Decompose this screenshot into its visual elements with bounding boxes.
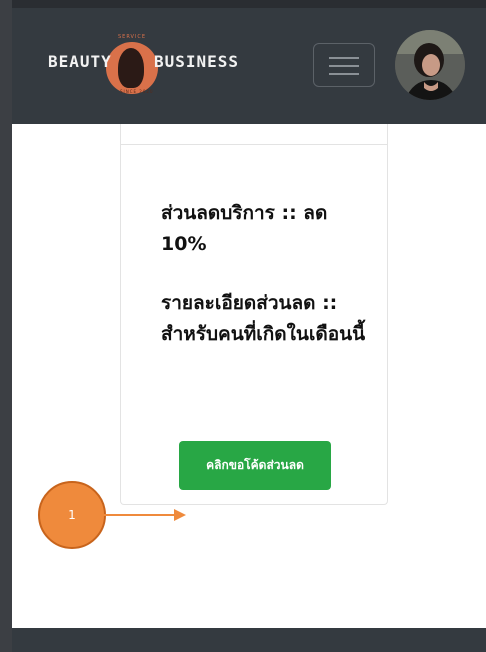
- avatar-photo: [395, 30, 465, 100]
- annotation-arrow-icon: [104, 509, 186, 521]
- logo-text-business: BUSINESS: [154, 52, 240, 71]
- coupon-card: ส่วนลดบริการ :: ลด 10% รายละเอียดส่วนลด …: [120, 124, 388, 505]
- hamburger-icon: [329, 73, 359, 75]
- annotation-marker: 1: [38, 481, 106, 549]
- hamburger-icon: [329, 57, 359, 59]
- logo-text-beauty: BEAUTY: [48, 52, 112, 71]
- top-strip: [12, 0, 486, 8]
- card-divider: [121, 144, 387, 145]
- logo-face-icon: [118, 48, 144, 88]
- logo-since-text: SINCE 2020: [120, 89, 154, 94]
- avatar[interactable]: [395, 30, 465, 100]
- window-left-edge: [0, 0, 12, 652]
- request-coupon-button[interactable]: คลิกขอโค้ดส่วนลด: [179, 441, 331, 490]
- discount-details-text: รายละเอียดส่วนลด :: สำหรับคนที่เกิดในเดื…: [161, 292, 366, 345]
- hamburger-icon: [329, 65, 359, 67]
- footer: [12, 628, 486, 652]
- brand-logo[interactable]: SERVICE SINCE 2020 BEAUTY BUSINESS: [48, 34, 240, 94]
- menu-toggle-button[interactable]: [313, 43, 375, 87]
- logo-service-text: SERVICE: [118, 34, 147, 40]
- discount-text: ส่วนลดบริการ :: ลด 10%: [161, 202, 328, 255]
